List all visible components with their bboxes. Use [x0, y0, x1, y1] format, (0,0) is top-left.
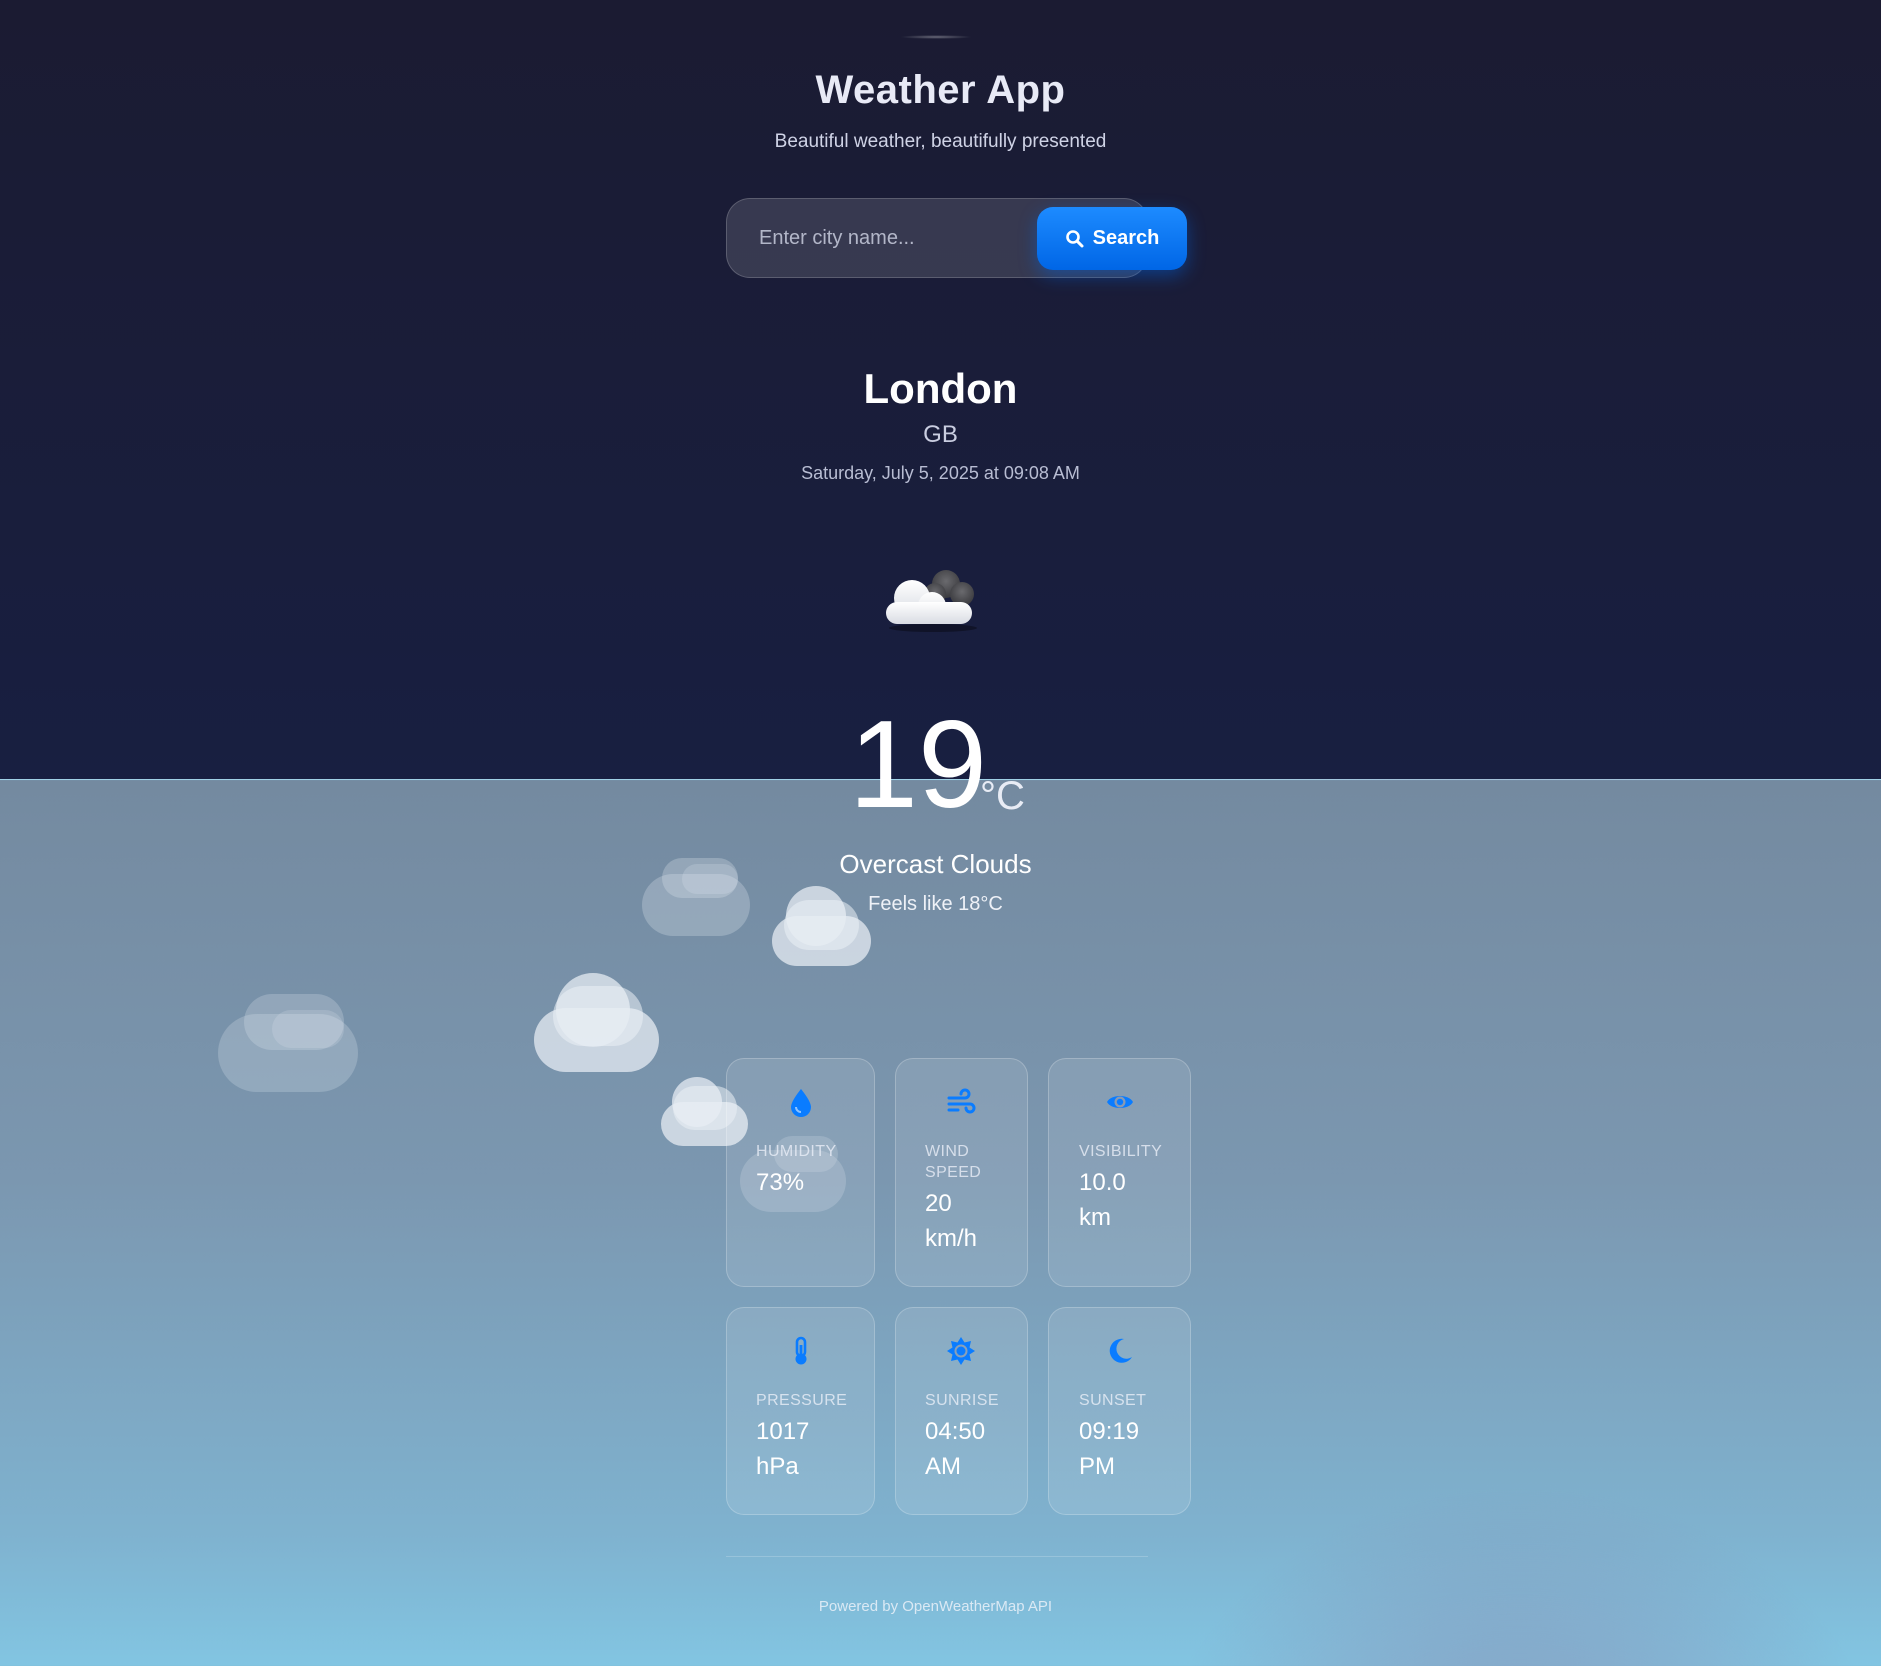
app-title: Weather App	[815, 68, 1066, 112]
search-button-label: Search	[1092, 227, 1160, 249]
detail-card-sunrise: SUNRISE 04:50 AM	[895, 1307, 1028, 1515]
overcast-clouds-icon	[886, 570, 977, 632]
top-glow-divider	[900, 35, 972, 39]
weather-description: Overcast Clouds	[839, 849, 1032, 879]
detail-card-pressure: PRESSURE 1017 hPa	[726, 1307, 875, 1515]
thermometer-icon	[795, 1336, 807, 1365]
temperature-unit: °C	[980, 774, 1025, 818]
background-cloud-icon	[772, 886, 871, 966]
detail-card-visibility: VISIBILITY 10.0 km	[1048, 1058, 1191, 1287]
eye-icon	[1107, 1096, 1133, 1108]
humidity-value: 73%	[756, 1169, 805, 1196]
wind-icon	[947, 1088, 976, 1114]
footer-credit: Powered by OpenWeatherMap API	[818, 1598, 1053, 1615]
feels-like: Feels like 18°C	[868, 893, 1003, 915]
detail-card-wind-speed: WIND SPEED 20 km/h	[895, 1058, 1028, 1287]
sun-icon	[947, 1337, 975, 1365]
humidity-label: HUMIDITY	[756, 1143, 837, 1160]
sunrise-value: 04:50 AM	[925, 1418, 986, 1480]
moon-icon	[1109, 1338, 1132, 1363]
footer-divider	[726, 1556, 1148, 1557]
visibility-value: 10.0 km	[1079, 1169, 1126, 1231]
detail-card-sunset: SUNSET 09:19 PM	[1048, 1307, 1191, 1515]
sunset-label: SUNSET	[1079, 1392, 1147, 1409]
pressure-value: 1017 hPa	[756, 1418, 810, 1480]
wind-speed-value: 20 km/h	[925, 1190, 978, 1252]
droplet-icon	[791, 1089, 811, 1117]
city-name: London	[863, 365, 1018, 412]
city-search-input[interactable]	[727, 199, 1027, 277]
temperature-value: 19	[849, 696, 987, 834]
detail-card-humidity: HUMIDITY 73%	[726, 1058, 875, 1287]
app-subtitle: Beautiful weather, beautifully presented	[774, 131, 1107, 152]
search-button[interactable]: Search	[1037, 207, 1187, 270]
local-datetime: Saturday, July 5, 2025 at 09:08 AM	[801, 463, 1080, 483]
search-icon	[1065, 229, 1084, 247]
country-code: GB	[923, 421, 958, 448]
background-cloud-icon	[534, 973, 659, 1072]
wind-speed-label: WIND SPEED	[925, 1143, 982, 1181]
visibility-label: VISIBILITY	[1079, 1143, 1163, 1160]
sunrise-label: SUNRISE	[925, 1392, 999, 1409]
sunset-value: 09:19 PM	[1079, 1418, 1140, 1480]
background-cloud-icon	[218, 994, 358, 1092]
pressure-label: PRESSURE	[756, 1392, 848, 1409]
background-cloud-icon	[642, 858, 750, 936]
